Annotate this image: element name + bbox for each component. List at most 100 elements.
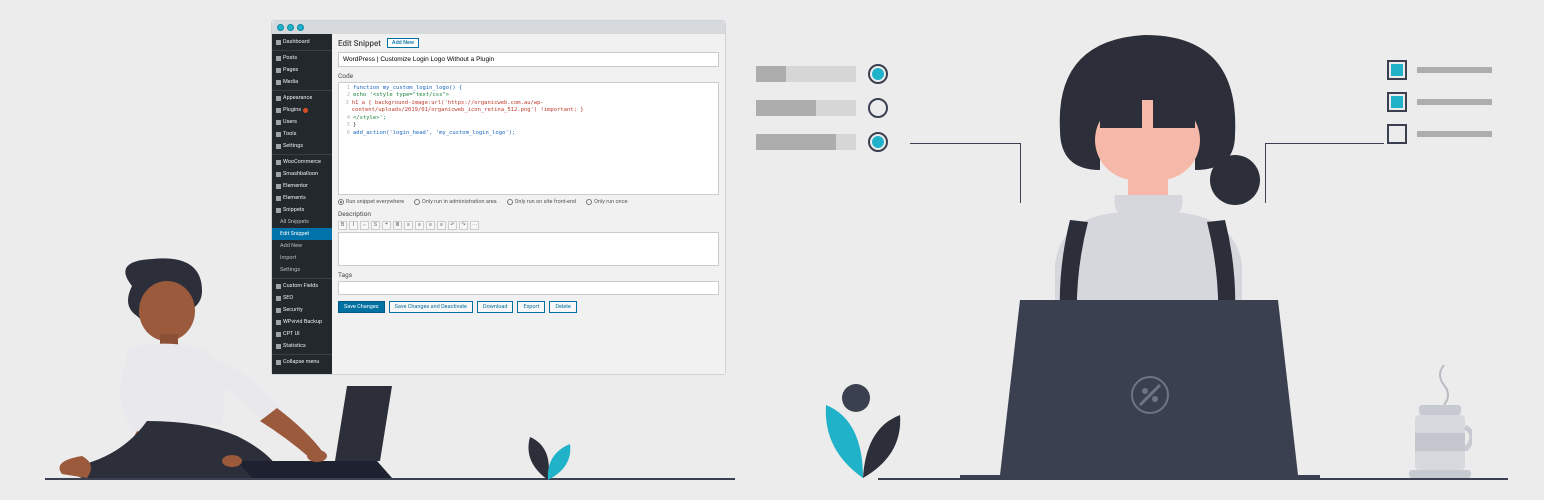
radio-icon: [507, 199, 513, 205]
bold-icon[interactable]: B: [338, 221, 347, 230]
sidebar-item[interactable]: WPvivid Backup: [272, 316, 332, 328]
sidebar-item[interactable]: Users: [272, 116, 332, 128]
sidebar-item[interactable]: Plugins: [272, 104, 332, 116]
checklist-text-placeholder: [1417, 99, 1492, 105]
sidebar-item[interactable]: Elements: [272, 192, 332, 204]
scope-radio[interactable]: Only run in administration area: [414, 199, 497, 205]
align-right-icon[interactable]: ≡: [437, 221, 446, 230]
toggle-icon[interactable]: [868, 98, 888, 118]
scope-radio[interactable]: Only run on site front-end: [507, 199, 577, 205]
slider-track[interactable]: [756, 100, 856, 116]
link-icon[interactable]: ⇔: [360, 221, 369, 230]
checkbox-icon[interactable]: [1387, 60, 1407, 80]
sidebar-item-label: SEO: [283, 295, 293, 301]
sidebar-item[interactable]: Settings: [272, 264, 332, 276]
sidebar-item-label: Add New: [280, 243, 302, 249]
align-center-icon[interactable]: ≡: [426, 221, 435, 230]
description-textarea[interactable]: [338, 232, 719, 266]
menu-icon: [276, 284, 281, 289]
sidebar-item[interactable]: Dashboard: [272, 36, 332, 48]
sidebar-item[interactable]: WooCommerce: [272, 154, 332, 168]
align-left-icon[interactable]: ≡: [415, 221, 424, 230]
window-dot: [287, 24, 294, 31]
sidebar-item[interactable]: Smashballoon: [272, 168, 332, 180]
description-label: Description: [338, 210, 719, 218]
window-dot: [297, 24, 304, 31]
more-icon[interactable]: ⋯: [470, 221, 479, 230]
redo-icon[interactable]: ↷: [459, 221, 468, 230]
sidebar-item[interactable]: Posts: [272, 50, 332, 64]
radio-label: Only run in administration area: [422, 199, 497, 205]
sidebar-item-label: WooCommerce: [283, 159, 321, 165]
toggle-icon[interactable]: [868, 132, 888, 152]
menu-icon: [276, 344, 281, 349]
menu-icon: [276, 332, 281, 337]
sidebar-item[interactable]: Pages: [272, 64, 332, 76]
sidebar-item[interactable]: Collapse menu: [272, 354, 332, 368]
plant-decoration: [518, 432, 578, 486]
code-editor[interactable]: 1function my_custom_login_logo() {2 echo…: [338, 82, 719, 195]
save-button[interactable]: Save Changes: [338, 301, 385, 313]
sidebar-item-label: Custom Fields: [283, 283, 318, 289]
sidebar-item[interactable]: Custom Fields: [272, 278, 332, 292]
sidebar-item[interactable]: Appearance: [272, 90, 332, 104]
delete-button[interactable]: Delete: [549, 301, 577, 313]
download-button[interactable]: Download: [477, 301, 513, 313]
export-button[interactable]: Export: [517, 301, 545, 313]
toggle-icon[interactable]: [868, 64, 888, 84]
snippet-title-input[interactable]: [338, 52, 719, 67]
sidebar-item[interactable]: Statistics: [272, 340, 332, 352]
slider-fill: [756, 134, 836, 150]
radio-icon: [414, 199, 420, 205]
radio-icon: [338, 199, 344, 205]
sidebar-item[interactable]: Tools: [272, 128, 332, 140]
sidebar-item-label: Elements: [283, 195, 306, 201]
sidebar-item-label: Settings: [280, 267, 300, 273]
sidebar-item[interactable]: Settings: [272, 140, 332, 152]
person-desk-illustration: [960, 30, 1320, 480]
sidebar-item-label: Users: [283, 119, 297, 125]
slider-row: [756, 98, 911, 118]
menu-icon: [276, 68, 281, 73]
menu-icon: [276, 40, 281, 45]
sidebar-item[interactable]: SEO: [272, 292, 332, 304]
slider-track[interactable]: [756, 134, 856, 150]
save-deactivate-button[interactable]: Save Changes and Deactivate: [389, 301, 473, 313]
scope-radio[interactable]: Only run once: [586, 199, 627, 205]
checkbox-icon[interactable]: [1387, 92, 1407, 112]
add-new-button[interactable]: Add New: [387, 38, 419, 48]
tags-input[interactable]: [338, 281, 719, 295]
sidebar-item[interactable]: Media: [272, 76, 332, 88]
list-ul-icon[interactable]: ≣: [393, 221, 402, 230]
slider-row: [756, 64, 911, 84]
sidebar-item-label: Collapse menu: [283, 359, 319, 365]
sidebar-item[interactable]: Add New: [272, 240, 332, 252]
sidebar-item[interactable]: Security: [272, 304, 332, 316]
sidebar-item-label: Statistics: [283, 343, 306, 349]
checklist-row: [1387, 92, 1512, 112]
sidebar-item[interactable]: Snippets: [272, 204, 332, 216]
sidebar-item[interactable]: Edit Snippet: [272, 228, 332, 240]
strike-icon[interactable]: S: [371, 221, 380, 230]
sidebar-item-label: Edit Snippet: [280, 231, 309, 237]
sidebar-item-label: Elementor: [283, 183, 308, 189]
checklist-text-placeholder: [1417, 67, 1492, 73]
slider-track[interactable]: [756, 66, 856, 82]
scope-radio[interactable]: Run snippet everywhere: [338, 199, 404, 205]
undo-icon[interactable]: ↶: [448, 221, 457, 230]
quote-icon[interactable]: ❝: [382, 221, 391, 230]
checklist-widget: [1387, 60, 1512, 156]
sidebar-item-label: Posts: [283, 55, 297, 61]
code-line: 4 </style>';: [341, 115, 716, 122]
sidebar-item-label: Dashboard: [283, 39, 310, 45]
list-ol-icon[interactable]: ≡: [404, 221, 413, 230]
italic-icon[interactable]: I: [349, 221, 358, 230]
slider-row: [756, 132, 911, 152]
checkbox-icon[interactable]: [1387, 124, 1407, 144]
sidebar-item-label: Plugins: [283, 107, 301, 113]
sidebar-item[interactable]: Import: [272, 252, 332, 264]
sidebar-item[interactable]: All Snippets: [272, 216, 332, 228]
sidebar-item[interactable]: CPT UI: [272, 328, 332, 340]
sidebar-item[interactable]: Elementor: [272, 180, 332, 192]
sidebar-item-label: Pages: [283, 67, 298, 73]
